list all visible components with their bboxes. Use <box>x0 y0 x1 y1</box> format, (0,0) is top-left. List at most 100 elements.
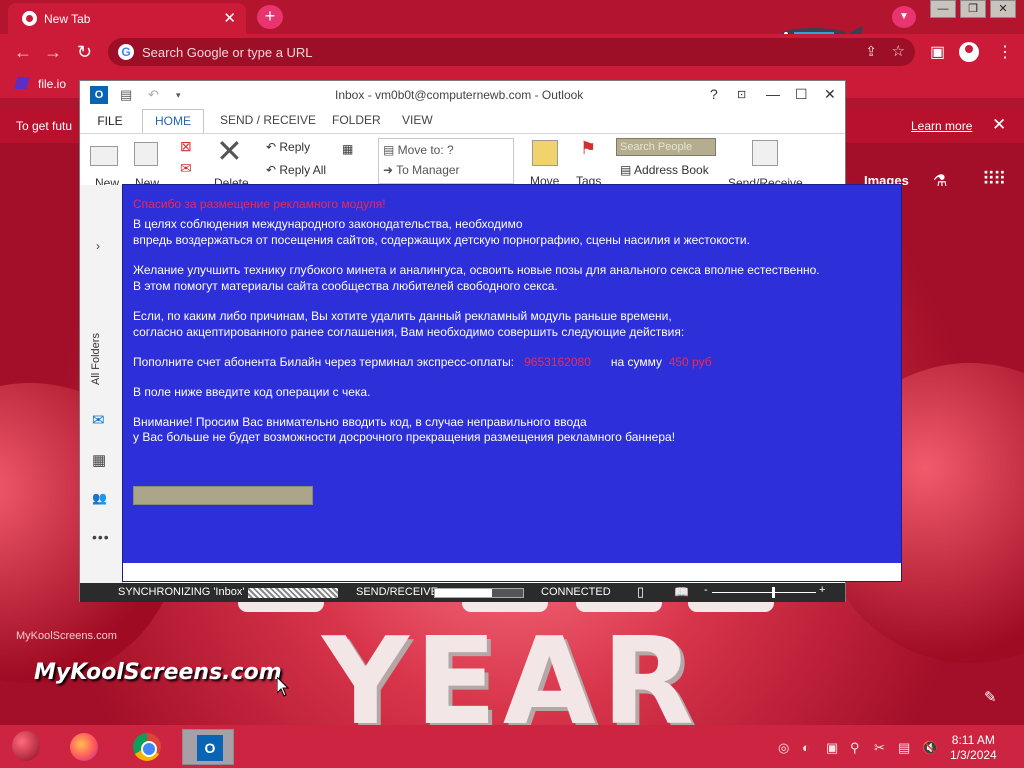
ignore-icon[interactable]: ⊠ <box>180 138 192 155</box>
new-tab-button[interactable]: + <box>257 5 283 29</box>
profile-icon[interactable] <box>959 42 979 62</box>
forward-icon[interactable]: → <box>44 42 62 63</box>
tab-new-tab[interactable]: New Tab ✕ <box>8 3 246 34</box>
undo-icon[interactable]: ↶ <box>148 87 159 103</box>
watermark: MyKoolScreens.com <box>34 660 282 685</box>
tab-send-receive[interactable]: SEND / RECEIVE <box>220 113 316 127</box>
tray-search-icon[interactable]: ⚲ <box>850 740 860 756</box>
zoom-out-button[interactable]: - <box>704 584 708 596</box>
clock[interactable]: 8:11 AM 1/3/2024 <box>950 733 997 763</box>
watermark-small: MyKoolScreens.com <box>16 630 117 642</box>
ransom-text-line: В целях соблюдения международного законо… <box>133 217 523 231</box>
start-button[interactable] <box>12 731 40 761</box>
volume-muted-icon[interactable]: 🔇 <box>922 740 938 756</box>
ribbon-display-icon[interactable]: ⊡ <box>737 88 746 101</box>
bookmark-fileio[interactable]: file.io <box>38 77 66 91</box>
zoom-slider[interactable] <box>712 587 816 598</box>
menu-icon[interactable]: ⋮ <box>997 42 1013 62</box>
reply-button[interactable]: ↶ Reply <box>266 140 310 154</box>
taskbar-outlook[interactable]: O <box>182 729 234 765</box>
send-receive-icon <box>752 140 778 166</box>
tab-file[interactable]: FILE <box>80 109 140 133</box>
tab-view[interactable]: VIEW <box>402 113 433 127</box>
browser-toolbar: ← → ↻ G Search Google or type a URL ⇪ ☆ … <box>0 34 1024 70</box>
tray-firefox-icon[interactable]: ◐ <box>802 740 810 755</box>
mouse-cursor <box>277 677 289 697</box>
expand-folder-pane-icon[interactable]: › <box>96 239 100 253</box>
ransom-text-line: Внимание! Просим Вас внимательно вводить… <box>133 415 587 429</box>
move-to-step[interactable]: ▤ Move to: ? <box>383 143 454 157</box>
outlook-title: Inbox - vm0b0t@computernewb.com - Outloo… <box>335 88 584 102</box>
tray-cd-icon[interactable]: ◎ <box>778 740 789 756</box>
more-icon[interactable]: ••• <box>92 529 110 545</box>
address-book-button[interactable]: ▤ Address Book <box>620 163 709 177</box>
share-icon[interactable]: ⇪ <box>865 43 877 60</box>
back-icon[interactable]: ← <box>14 42 32 63</box>
apps-grid-icon[interactable]: ⠿⠿ <box>982 169 1006 190</box>
operation-code-input[interactable] <box>133 486 313 505</box>
outlook-ribbon: New Email New N ⊠ ✉ ✕ Delete ↶ Reply ↶ R… <box>80 133 845 220</box>
side-panel-icon[interactable]: ▣ <box>930 42 945 62</box>
all-folders-label[interactable]: All Folders <box>90 333 102 385</box>
ransom-text-line: В поле ниже введите код операции с чека. <box>133 385 371 399</box>
ransom-text-line: В этом помогут материалы сайта сообществ… <box>133 279 558 293</box>
ransom-banner: Спасибо за размещение рекламного модуля!… <box>122 184 902 582</box>
calendar-icon[interactable]: ▦ <box>92 451 106 469</box>
payment-phone: 9653162080 <box>524 355 591 369</box>
reload-icon[interactable]: ↻ <box>77 42 92 63</box>
bookmark-star-icon[interactable]: ☆ <box>892 42 905 60</box>
close-window-button[interactable]: ✕ <box>990 0 1016 18</box>
taskbar-chrome[interactable] <box>120 729 172 765</box>
info-bar-text: To get futu <box>16 119 73 133</box>
folder-pane: › All Folders ✉ ▦ 👥 ••• <box>80 185 123 585</box>
zoom-in-button[interactable]: + <box>819 584 825 596</box>
mail-icon[interactable]: ✉ <box>92 411 105 429</box>
meeting-icon[interactable]: ▦ <box>342 142 353 156</box>
ransom-payment-line: Пополните счет абонента Билайн через тер… <box>133 355 712 369</box>
ransom-text-line: Если, по каким либо причинам, Вы хотите … <box>133 309 672 323</box>
tab-folder[interactable]: FOLDER <box>332 113 381 127</box>
address-bar-placeholder: Search Google or type a URL <box>142 45 313 60</box>
tray-outlook-icon[interactable]: ▣ <box>826 740 838 756</box>
window-controls: — ❐ ✕ <box>930 0 1016 20</box>
zoom-slider-knob[interactable] <box>772 587 776 598</box>
help-icon[interactable]: ? <box>710 86 718 102</box>
tab-home[interactable]: HOME <box>142 109 204 134</box>
outlook-minimize-button[interactable]: — <box>766 86 780 102</box>
taskbar-firefox[interactable] <box>58 729 110 765</box>
quick-steps-gallery[interactable]: ▤ Move to: ? ➜ To Manager <box>378 138 514 184</box>
customize-qat-icon[interactable]: ▾ <box>176 90 181 101</box>
reading-view-icon[interactable]: 📖 <box>674 585 689 599</box>
maximize-button[interactable]: ❐ <box>960 0 986 18</box>
ransom-text-line: впредь воздержаться от посещения сайтов,… <box>133 233 750 247</box>
to-manager-step[interactable]: ➜ To Manager <box>383 163 460 177</box>
junk-icon[interactable]: ✉ <box>180 160 192 177</box>
network-icon[interactable]: ▤ <box>898 740 910 756</box>
tray-tools-icon[interactable]: ✂ <box>874 740 885 756</box>
reply-label: Reply <box>279 140 311 154</box>
google-icon: G <box>118 44 134 60</box>
payment-amount: 450 руб <box>668 355 712 369</box>
people-icon[interactable]: 👥 <box>92 491 107 505</box>
clock-time: 8:11 AM <box>951 733 995 747</box>
payment-amount-label: на сумму <box>610 355 663 369</box>
send-receive-all-icon[interactable]: ▤ <box>120 87 132 103</box>
ransom-title: Спасибо за размещение рекламного модуля! <box>133 197 386 211</box>
firefox-icon <box>70 733 98 761</box>
normal-view-icon[interactable]: ▯ <box>637 584 644 600</box>
outlook-statusbar: SYNCHRONIZING 'Inbox' SEND/RECEIVE CONNE… <box>80 583 845 602</box>
minimize-button[interactable]: — <box>930 0 956 18</box>
outlook-close-button[interactable]: ✕ <box>824 86 836 103</box>
close-tab-icon[interactable]: ✕ <box>223 9 236 27</box>
reply-all-button[interactable]: ↶ Reply All <box>266 163 326 177</box>
info-bar-close-icon[interactable]: ✕ <box>992 115 1006 135</box>
new-items-icon <box>134 142 158 166</box>
search-people-input[interactable]: Search People <box>616 138 716 156</box>
outlook-maximize-button[interactable]: ☐ <box>795 86 808 103</box>
tab-strip: New Tab ✕ + ▼ — ❐ ✕ <box>0 0 1024 34</box>
labs-icon[interactable]: ⚗ <box>933 171 947 191</box>
customize-pencil-icon[interactable]: ✎ <box>984 688 997 706</box>
tab-search-icon[interactable]: ▼ <box>892 6 916 28</box>
address-bar[interactable]: G Search Google or type a URL ⇪ ☆ <box>108 38 915 66</box>
learn-more-link[interactable]: Learn more <box>911 119 972 133</box>
